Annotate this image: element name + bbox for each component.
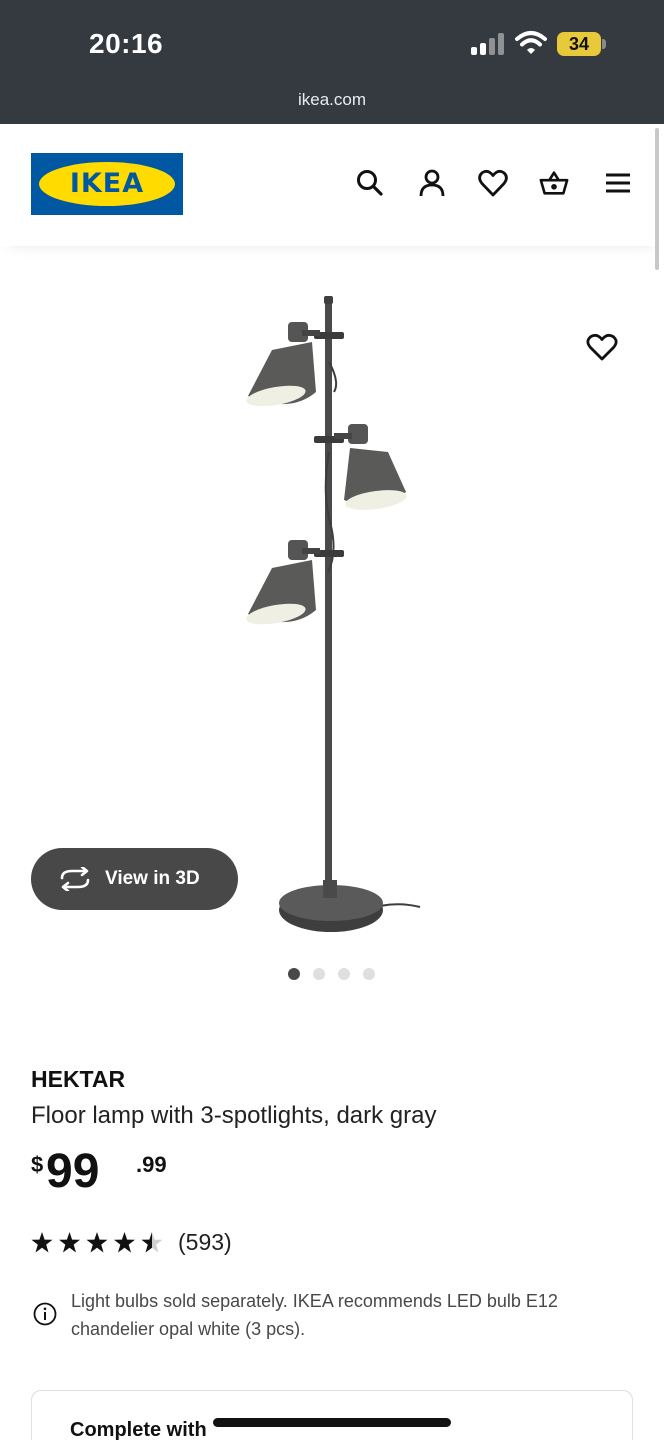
carousel-dot[interactable] (338, 968, 350, 980)
url-bar[interactable]: ikea.com (0, 90, 664, 110)
add-to-favorites-heart-icon[interactable] (586, 332, 618, 362)
logo-text: IKEA (69, 168, 145, 199)
battery-cap (602, 39, 606, 49)
review-count[interactable]: (593) (178, 1229, 232, 1256)
status-bar: 20:16 34 ikea.com (0, 0, 664, 124)
carousel-dot[interactable] (363, 968, 375, 980)
wifi-icon (515, 31, 547, 54)
product-name: HEKTAR (31, 1066, 126, 1092)
complete-with-card[interactable]: Complete with (31, 1390, 633, 1440)
star-full-icon (59, 1232, 80, 1253)
home-indicator[interactable] (213, 1418, 451, 1427)
cellular-signal-icon (471, 33, 505, 55)
search-icon[interactable] (355, 168, 385, 198)
view-in-3d-label: View in 3D (105, 868, 200, 889)
star-half-icon (141, 1232, 163, 1253)
shopping-basket-icon[interactable] (539, 168, 569, 198)
logo-oval: IKEA (39, 162, 175, 206)
favorites-heart-icon[interactable] (478, 168, 508, 198)
star-full-icon (31, 1232, 53, 1253)
rotate-3d-icon (60, 867, 90, 891)
product-description: Floor lamp with 3-spotlights, dark gray (31, 1102, 437, 1129)
carousel-dot[interactable] (288, 968, 300, 980)
image-carousel-indicator (288, 968, 378, 980)
ikea-logo[interactable]: IKEA (31, 153, 183, 215)
product-image-floor-lamp[interactable] (230, 292, 430, 942)
rating-stars[interactable] (31, 1232, 163, 1254)
status-time: 20:16 (89, 28, 164, 59)
carousel-dot[interactable] (313, 968, 325, 980)
site-header: IKEA (0, 124, 664, 246)
view-in-3d-button[interactable]: View in 3D (31, 848, 238, 910)
price-integer: 99 (46, 1145, 100, 1198)
info-icon (33, 1302, 57, 1326)
star-full-icon (86, 1232, 108, 1253)
page-scrollbar[interactable] (655, 128, 659, 270)
battery-icon: 34 (557, 32, 601, 56)
battery-level: 34 (568, 34, 590, 54)
menu-icon[interactable] (603, 168, 633, 198)
account-icon[interactable] (417, 168, 447, 198)
complete-with-title: Complete with (70, 1419, 207, 1440)
price-currency: $ (31, 1152, 44, 1177)
star-full-icon (114, 1232, 135, 1253)
bulb-note: Light bulbs sold separately. IKEA recomm… (71, 1291, 558, 1339)
price-decimal: .99 (136, 1152, 167, 1177)
